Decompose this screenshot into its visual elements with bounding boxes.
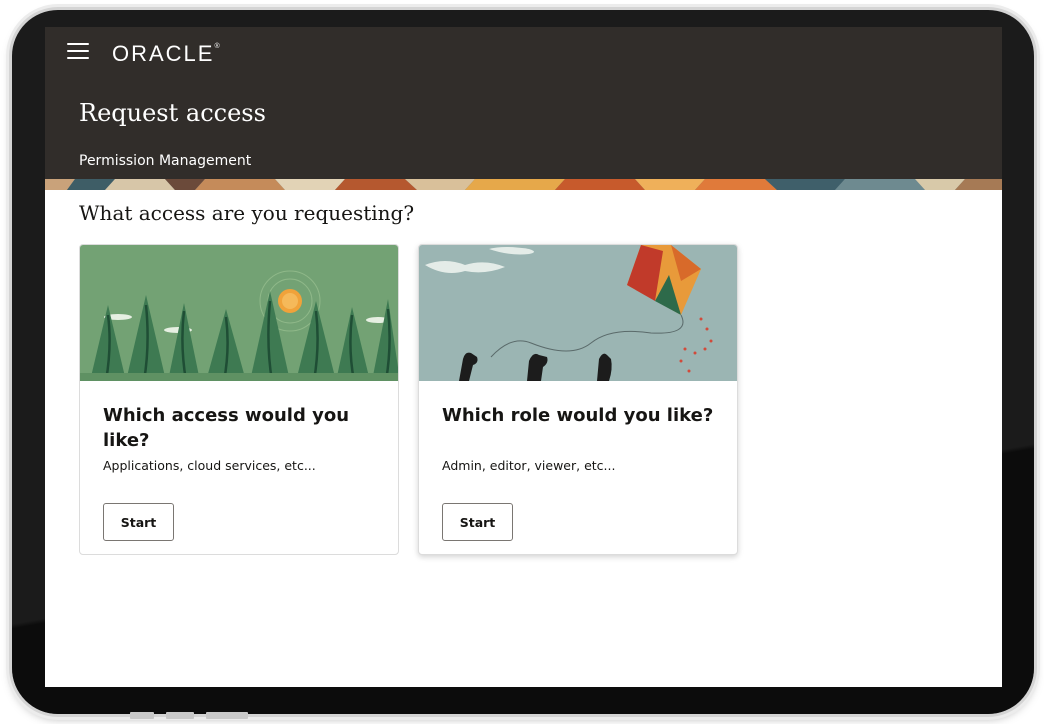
start-access-button[interactable]: Start	[103, 503, 174, 541]
card-title: Which access would you like?	[103, 405, 350, 451]
page-subtitle: Permission Management	[79, 153, 252, 169]
access-card: Which access would you like? Application…	[79, 244, 399, 555]
oracle-logo[interactable]: ORACLE®	[112, 41, 220, 67]
page-header: ORACLE® Request access Permission Manage…	[45, 27, 1002, 179]
card-title: Which role would you like?	[442, 405, 714, 426]
card-description: Applications, cloud services, etc...	[103, 458, 316, 473]
hands-kite-illustration	[419, 245, 737, 381]
forest-sun-illustration	[80, 245, 398, 381]
app-screen: ORACLE® Request access Permission Manage…	[45, 27, 1002, 687]
section-question: What access are you requesting?	[79, 201, 415, 225]
card-description: Admin, editor, viewer, etc...	[442, 458, 616, 473]
role-card: Which role would you like? Admin, editor…	[418, 244, 738, 555]
decorative-banner	[45, 179, 1002, 190]
hamburger-menu-icon[interactable]	[67, 43, 89, 59]
page-indicator	[130, 712, 248, 719]
page-title: Request access	[79, 99, 266, 127]
tablet-device-frame: ORACLE® Request access Permission Manage…	[12, 10, 1034, 714]
start-role-button[interactable]: Start	[442, 503, 513, 541]
